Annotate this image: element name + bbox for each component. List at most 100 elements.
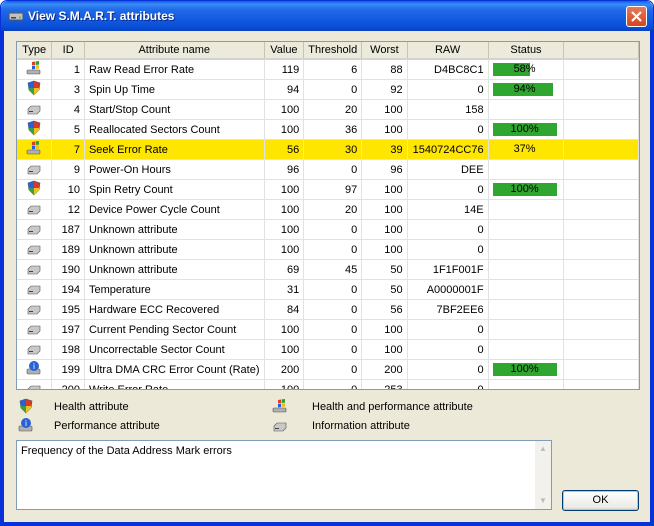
cell-attribute-name: Reallocated Sectors Count [84,119,265,140]
cell-filler [563,359,639,380]
cell-worst: 100 [361,119,408,140]
cell-value: 100 [264,219,305,240]
status-percent: 100% [510,183,539,195]
shield-icon [27,80,41,96]
title-bar[interactable]: View S.M.A.R.T. attributes [1,1,653,31]
scroll-down-icon[interactable]: ▼ [535,493,551,509]
cell-worst: 50 [361,259,408,280]
table-row[interactable]: 194 Temperature 31 0 50 A0000001F [17,279,639,300]
description-scrollbar[interactable]: ▲ ▼ [535,441,551,509]
cell-attribute-name: Current Pending Sector Count [84,319,265,340]
cell-worst: 100 [361,319,408,340]
cell-raw: 1F1F001F [407,259,489,280]
cell-worst: 100 [361,99,408,120]
scroll-up-icon[interactable]: ▲ [535,441,551,457]
cell-value: 119 [264,59,305,80]
cell-type [17,79,53,100]
cell-worst: 56 [361,299,408,320]
table-row[interactable]: 195 Hardware ECC Recovered 84 0 56 7BF2EE6 [17,299,639,320]
status-bar: 100% [492,123,557,136]
table-row[interactable]: 9 Power-On Hours 96 0 96 DEE [17,159,639,180]
cell-raw: D4BC8C1 [407,59,489,80]
cell-raw: 0 [407,319,489,340]
close-icon [631,11,642,22]
cell-id: 187 [51,219,85,240]
cell-attribute-name: Spin Retry Count [84,179,265,200]
cell-filler [563,319,639,340]
svg-text:i: i [25,419,27,428]
column-header-worst[interactable]: Worst [361,42,408,60]
cell-type [17,259,53,280]
column-header-value[interactable]: Value [264,42,305,60]
status-percent: 100% [510,123,539,135]
cell-raw: 0 [407,239,489,260]
cell-attribute-name: Unknown attribute [84,259,265,280]
cell-threshold: 0 [303,379,363,389]
table-row[interactable]: i 199 Ultra DMA CRC Error Count (Rate) 200 0… [17,359,639,380]
cell-raw: 158 [407,99,489,120]
cell-value: 96 [264,159,305,180]
cell-threshold: 0 [303,299,363,320]
cell-id: 9 [51,159,85,180]
info-drive-icon [27,225,41,235]
column-header-attribute-name[interactable]: Attribute name [84,42,265,60]
column-header-threshold[interactable]: Threshold [303,42,363,60]
performance-drive-icon: i [18,418,33,432]
windows-flag-drive-icon [26,141,41,155]
table-row[interactable]: 4 Start/Stop Count 100 20 100 158 [17,99,639,120]
cell-type [17,299,53,320]
cell-status [488,99,565,120]
windows-flag-drive-icon [272,399,287,413]
cell-value: 69 [264,259,305,280]
info-drive-icon [273,422,287,432]
status-bar: 94% [492,83,557,96]
table-row[interactable]: 198 Uncorrectable Sector Count 100 0 100 0 [17,339,639,360]
cell-filler [563,259,639,280]
ok-button[interactable]: OK [562,490,639,511]
attribute-description-box[interactable]: Frequency of the Data Address Mark error… [16,440,552,510]
cell-value: 100 [264,339,305,360]
cell-attribute-name: Hardware ECC Recovered [84,299,265,320]
column-header-id[interactable]: ID [51,42,85,60]
table-row[interactable]: 3 Spin Up Time 94 0 92 0 94% [17,79,639,100]
status-percent: 37% [513,143,536,155]
cell-filler [563,159,639,180]
info-drive-icon [27,285,41,295]
cell-filler [563,199,639,220]
cell-threshold: 0 [303,159,363,180]
table-row[interactable]: 197 Current Pending Sector Count 100 0 100 0 [17,319,639,340]
legend-health-performance-label: Health and performance attribute [312,401,473,413]
column-header-status[interactable]: Status [488,42,565,60]
cell-worst: 100 [361,239,408,260]
cell-value: 56 [264,139,305,160]
close-button[interactable] [626,6,647,27]
windows-flag-drive-icon [26,61,41,75]
attributes-table[interactable]: Type ID Attribute name Value Threshold W… [16,41,640,390]
cell-filler [563,299,639,320]
cell-id: 195 [51,299,85,320]
table-row[interactable]: 200 Write Error Rate 100 0 253 0 [17,379,639,389]
cell-attribute-name: Raw Read Error Rate [84,59,265,80]
cell-type [17,139,53,160]
column-header-type[interactable]: Type [17,42,53,60]
table-row[interactable]: 190 Unknown attribute 69 45 50 1F1F001F [17,259,639,280]
cell-filler [563,219,639,240]
cell-value: 100 [264,319,305,340]
cell-filler [563,179,639,200]
cell-raw: A0000001F [407,279,489,300]
cell-filler [563,139,639,160]
table-row[interactable]: 7 Seek Error Rate 56 30 39 1540724CC76 37% [17,139,639,160]
table-row[interactable]: 187 Unknown attribute 100 0 100 0 [17,219,639,240]
table-row[interactable]: 1 Raw Read Error Rate 119 6 88 D4BC8C1 58% [17,59,639,80]
cell-status [488,159,565,180]
shield-icon [27,180,41,196]
cell-worst: 92 [361,79,408,100]
table-row[interactable]: 12 Device Power Cycle Count 100 20 100 14E [17,199,639,220]
status-percent: 58% [513,63,536,75]
cell-status [488,259,565,280]
table-row[interactable]: 10 Spin Retry Count 100 97 100 0 100% [17,179,639,200]
column-header-raw[interactable]: RAW [407,42,489,60]
table-row[interactable]: 189 Unknown attribute 100 0 100 0 [17,239,639,260]
table-row[interactable]: 5 Reallocated Sectors Count 100 36 100 0 100% [17,119,639,140]
cell-threshold: 30 [303,139,363,160]
